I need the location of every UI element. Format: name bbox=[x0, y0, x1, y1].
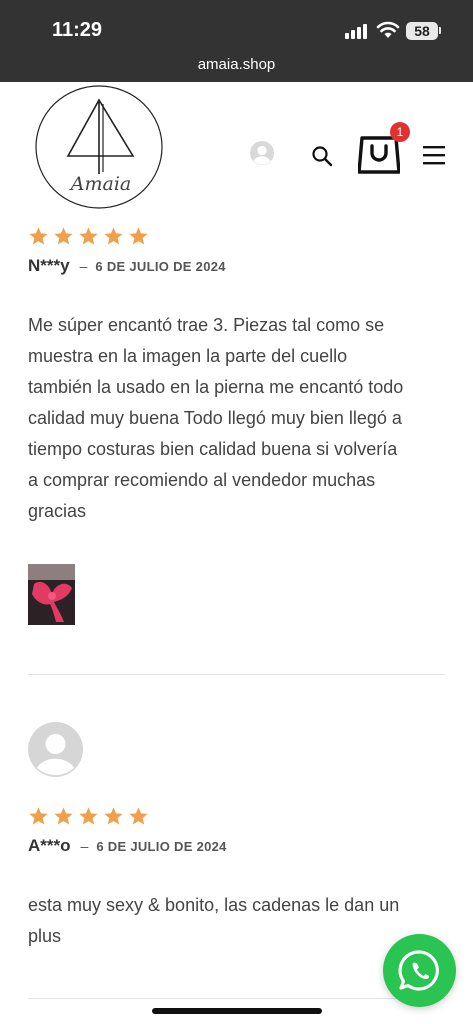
reviewer-name: A***o bbox=[28, 836, 71, 855]
review-meta: A***o – 6 DE JULIO DE 2024 bbox=[28, 836, 227, 856]
star-icon bbox=[54, 227, 73, 245]
reviewer-name: N***y bbox=[28, 256, 70, 275]
star-icon bbox=[79, 227, 98, 245]
star-icon bbox=[29, 227, 48, 245]
review-photo-thumbnail[interactable] bbox=[28, 564, 75, 625]
battery-tip bbox=[439, 27, 441, 34]
star-icon bbox=[79, 807, 98, 825]
review-text: Me súper encantó trae 3. Piezas tal como… bbox=[28, 310, 448, 527]
meta-separator: – bbox=[80, 838, 89, 854]
review-text-line: calidad muy buena Todo llegó muy bien ll… bbox=[28, 408, 402, 428]
review-date: 6 DE JULIO DE 2024 bbox=[95, 259, 226, 274]
hamburger-menu-icon[interactable] bbox=[422, 144, 446, 166]
star-icon bbox=[104, 227, 123, 245]
amaia-logo[interactable]: Amaia bbox=[34, 84, 164, 210]
browser-status-bar: 11:29 58 amaia.shop bbox=[0, 0, 473, 82]
star-icon bbox=[29, 807, 48, 825]
review-divider bbox=[28, 674, 445, 675]
url-bar[interactable]: amaia.shop bbox=[0, 56, 473, 73]
review-date: 6 DE JULIO DE 2024 bbox=[96, 839, 227, 854]
review-meta: N***y – 6 DE JULIO DE 2024 bbox=[28, 256, 226, 276]
search-icon[interactable] bbox=[310, 144, 334, 168]
review-text-line: tiempo costuras bien calidad buena si vo… bbox=[28, 439, 398, 459]
review-text-line: Me súper encantó trae 3. Piezas tal como… bbox=[28, 315, 385, 335]
wifi-icon bbox=[376, 21, 400, 38]
meta-separator: – bbox=[79, 258, 88, 274]
star-icon bbox=[104, 807, 123, 825]
star-icon bbox=[129, 227, 148, 245]
home-indicator bbox=[152, 1008, 322, 1014]
logo-text: Amaia bbox=[69, 173, 131, 195]
star-icon bbox=[129, 807, 148, 825]
review-rating-stars bbox=[28, 226, 149, 247]
review-text-line: muestra en la imagen la parte del cuello bbox=[28, 346, 348, 366]
review-rating-stars bbox=[28, 806, 149, 827]
battery-icon: 58 bbox=[406, 22, 438, 40]
user-avatar-icon[interactable] bbox=[250, 141, 274, 165]
review-text-line: esta muy sexy & bonito, las cadenas le d… bbox=[28, 895, 400, 915]
star-icon bbox=[54, 807, 73, 825]
status-time: 11:29 bbox=[52, 19, 103, 41]
review-text-line: también la usado en la pierna me encantó… bbox=[28, 377, 404, 397]
cell-signal-icon bbox=[345, 24, 367, 39]
review-text-line: gracias bbox=[28, 501, 87, 521]
reviewer-avatar-icon bbox=[28, 722, 83, 777]
whatsapp-chat-button[interactable] bbox=[383, 934, 456, 1007]
review-text-line: a comprar recomiendo al vendedor muchas bbox=[28, 470, 376, 490]
cart-count-badge: 1 bbox=[390, 122, 410, 142]
whatsapp-icon bbox=[398, 950, 439, 991]
